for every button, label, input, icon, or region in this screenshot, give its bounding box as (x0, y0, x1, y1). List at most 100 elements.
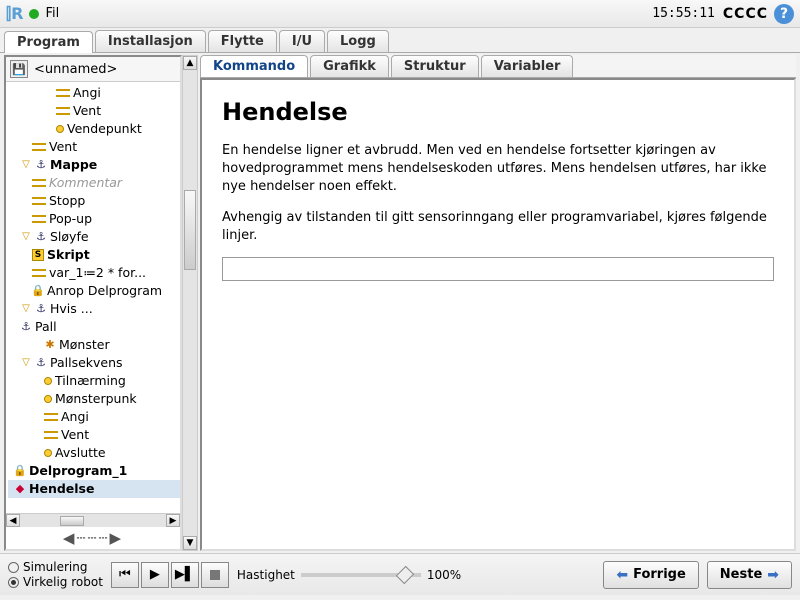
scroll-down-icon[interactable]: ▼ (183, 536, 197, 550)
file-name: <unnamed> (34, 62, 117, 77)
radio-real-robot-label: Virkelig robot (23, 575, 103, 590)
inner-tab-kommando[interactable]: Kommando (200, 55, 308, 77)
tree-node-label: Vendepunkt (67, 120, 142, 138)
tree-node[interactable]: 🔒Anrop Delprogram (8, 282, 180, 300)
tree-node[interactable]: ▽⚓Pallsekvens (8, 354, 180, 372)
menu-file[interactable]: Fil (45, 6, 59, 21)
tree-node-label: Hendelse (29, 480, 94, 498)
tree-node-label: Vent (49, 138, 77, 156)
expand-icon[interactable]: ▽ (20, 303, 32, 315)
speed-label: Hastighet (237, 568, 295, 582)
v-scroll-thumb[interactable] (184, 190, 196, 270)
condition-input[interactable] (222, 257, 774, 281)
tab-installasjon[interactable]: Installasjon (95, 30, 206, 52)
tree-node[interactable]: SSkript (8, 246, 180, 264)
tree-node-label: Tilnærming (55, 372, 126, 390)
file-bar: 💾 <unnamed> (6, 57, 180, 82)
arrow-left-icon: ⬅ (616, 567, 628, 583)
tree-node[interactable]: Vent (8, 102, 180, 120)
scroll-right-icon[interactable]: ▶ (166, 514, 180, 527)
speed-slider[interactable] (301, 573, 421, 577)
scroll-up-icon[interactable]: ▲ (183, 56, 197, 70)
play-button[interactable]: ▶ (141, 562, 169, 588)
tree-node[interactable]: Vent (8, 138, 180, 156)
radio-simulation[interactable] (8, 562, 19, 573)
tree-node-label: Vent (61, 426, 89, 444)
inner-tab-variabler[interactable]: Variabler (481, 55, 574, 77)
speed-control: Hastighet 100% (237, 568, 461, 582)
tree-node-label: Anrop Delprogram (47, 282, 162, 300)
h-scroll-thumb[interactable] (60, 516, 84, 526)
command-panel: Hendelse En hendelse ligner et avbrudd. … (200, 78, 796, 551)
radio-simulation-label: Simulering (23, 560, 87, 575)
tree-node-label: Mønster (59, 336, 110, 354)
inner-tab-grafikk[interactable]: Grafikk (310, 55, 389, 77)
speed-knob[interactable] (396, 565, 414, 583)
tree-node-label: Stopp (49, 192, 85, 210)
speed-value: 100% (427, 568, 461, 582)
tree-node[interactable]: Angi (8, 408, 180, 426)
tree-node-label: Avslutte (55, 444, 106, 462)
main-tab-row: ProgramInstallasjonFlytteI/ULogg (0, 28, 800, 53)
scroll-left-icon[interactable]: ◀ (6, 514, 20, 527)
tree-node[interactable]: ▽⚓Sløyfe (8, 228, 180, 246)
expand-icon[interactable]: ▽ (20, 231, 32, 243)
tree-v-scrollbar[interactable]: ▲ ▼ (182, 55, 198, 551)
tree-node-label: Hvis ... (50, 300, 93, 318)
tree-node[interactable]: ✱Mønster (8, 336, 180, 354)
description-2: Avhengig av tilstanden til gitt sensorin… (222, 209, 774, 245)
tree-node[interactable]: Vendepunkt (8, 120, 180, 138)
tree-node[interactable]: ▽⚓Hvis ... (8, 300, 180, 318)
radio-real-robot[interactable] (8, 577, 19, 588)
tree-node[interactable]: Stopp (8, 192, 180, 210)
tree-node-label: Vent (73, 102, 101, 120)
tree-node-label: Pop-up (49, 210, 92, 228)
tree-node[interactable]: ⚓Pall (8, 318, 180, 336)
playback-controls: ⏮ ▶ ▶▌ (111, 562, 229, 588)
status-dot-icon (29, 9, 39, 19)
bottom-bar: Simulering Virkelig robot ⏮ ▶ ▶▌ Hastigh… (0, 553, 800, 595)
tree-node[interactable]: Mønsterpunk (8, 390, 180, 408)
tree-nav-arrows[interactable]: ◀┄┄┄▶ (6, 527, 180, 549)
tree-node[interactable]: Kommentar (8, 174, 180, 192)
program-tree[interactable]: AngiVentVendepunktVent▽⚓MappeKommentarSt… (6, 82, 180, 513)
step-button[interactable]: ▶▌ (171, 562, 199, 588)
tab-flytte[interactable]: Flytte (208, 30, 277, 52)
help-button[interactable]: ? (774, 4, 794, 24)
tree-node-label: Angi (61, 408, 89, 426)
expand-icon[interactable]: ▽ (20, 159, 32, 171)
rewind-button[interactable]: ⏮ (111, 562, 139, 588)
tree-node[interactable]: Vent (8, 426, 180, 444)
tree-node[interactable]: Pop-up (8, 210, 180, 228)
tree-node[interactable]: 🔒Delprogram_1 (8, 462, 180, 480)
clock: 15:55:11 (652, 6, 715, 21)
inner-tab-struktur[interactable]: Struktur (391, 55, 479, 77)
tree-node-label: var_1≔2 * for... (49, 264, 146, 282)
tree-node[interactable]: Avslutte (8, 444, 180, 462)
inner-tab-row: KommandoGrafikkStrukturVariabler (200, 55, 796, 78)
tree-h-scrollbar[interactable]: ◀ ▶ (6, 513, 180, 527)
tree-node-label: Skript (47, 246, 90, 264)
stop-button[interactable] (201, 562, 229, 588)
tree-node-label: Mappe (50, 156, 97, 174)
tree-node[interactable]: ◆Hendelse (8, 480, 180, 498)
tab-logg[interactable]: Logg (327, 30, 389, 52)
save-icon[interactable]: 💾 (10, 60, 28, 78)
top-bar: ⫿R Fil 15:55:11 CCCC ? (0, 0, 800, 28)
expand-icon[interactable]: ▽ (20, 357, 32, 369)
tab-i/u[interactable]: I/U (279, 30, 325, 52)
next-button[interactable]: Neste➡ (707, 561, 792, 589)
tree-node-label: Mønsterpunk (55, 390, 137, 408)
tree-node-label: Pallsekvens (50, 354, 123, 372)
prev-button[interactable]: ⬅Forrige (603, 561, 698, 589)
tab-program[interactable]: Program (4, 31, 93, 53)
arrow-right-icon: ➡ (767, 567, 779, 583)
program-tree-panel: 💾 <unnamed> AngiVentVendepunktVent▽⚓Mapp… (4, 55, 182, 551)
tree-node[interactable]: Tilnærming (8, 372, 180, 390)
tree-node[interactable]: Angi (8, 84, 180, 102)
tree-node[interactable]: var_1≔2 * for... (8, 264, 180, 282)
run-mode-radios: Simulering Virkelig robot (8, 560, 103, 590)
tree-node-label: Pall (35, 318, 57, 336)
tree-node[interactable]: ▽⚓Mappe (8, 156, 180, 174)
description-1: En hendelse ligner et avbrudd. Men ved e… (222, 142, 774, 197)
